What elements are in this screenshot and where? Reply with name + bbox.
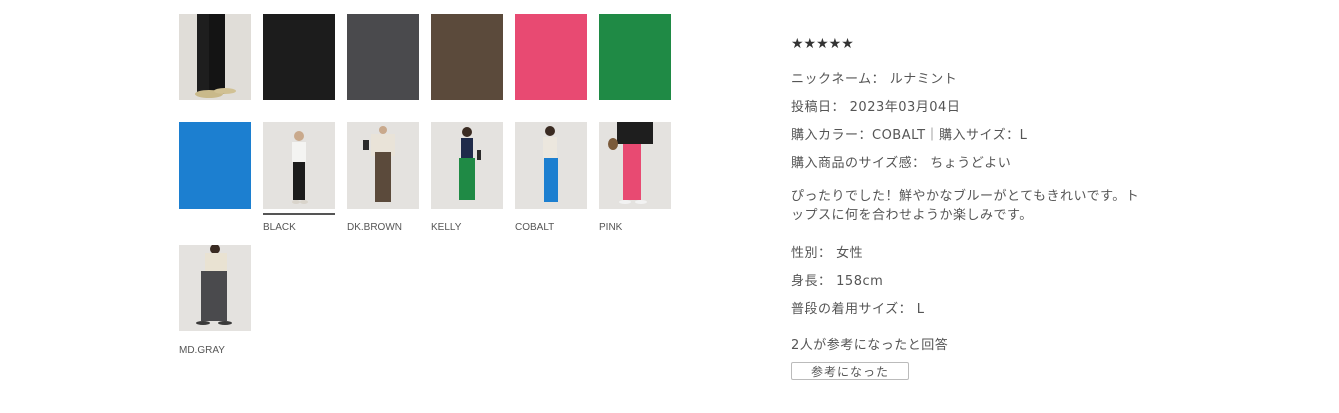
swatch-md-gray-image — [179, 245, 251, 331]
fit-value: ちょうどよい — [930, 156, 1012, 171]
nickname-label: ニックネーム： — [791, 72, 886, 87]
nickname-value: ルナミント — [889, 72, 958, 87]
swatch-dk-brown-image — [347, 122, 419, 209]
swatch-pink[interactable] — [599, 122, 671, 209]
usual-size-value: L — [916, 302, 925, 317]
swatch-dk-brown[interactable] — [347, 122, 419, 209]
detail-thumb-md-gray[interactable] — [347, 14, 419, 100]
rating-stars: ★★★★★ — [791, 36, 854, 52]
detail-thumb-kelly[interactable] — [599, 14, 671, 100]
detail-thumb-black[interactable] — [263, 14, 335, 100]
nickname-row: ニックネーム： ルナミント — [791, 68, 957, 87]
swatch-black-image — [263, 122, 335, 209]
gender-value: 女性 — [836, 246, 864, 261]
detail-thumb-shoes-image — [179, 14, 251, 100]
gender-row: 性別： 女性 — [791, 242, 863, 261]
gender-label: 性別： — [791, 246, 832, 261]
swatch-label-pink[interactable]: PINK — [599, 222, 622, 233]
helpful-count: 2人が参考になったと回答 — [791, 338, 949, 353]
detail-thumb-pink[interactable] — [515, 14, 587, 100]
height-value: 158cm — [836, 274, 884, 289]
posted-date-label: 投稿日： — [791, 100, 846, 115]
swatch-md-gray[interactable] — [179, 245, 251, 331]
swatch-label-dk-brown[interactable]: DK.BROWN — [347, 222, 402, 233]
usual-size-label: 普段の着用サイズ： — [791, 302, 913, 317]
swatch-label-md-gray[interactable]: MD.GRAY — [179, 345, 225, 356]
swatch-pink-image — [599, 122, 671, 209]
fit-label: 購入商品のサイズ感： — [791, 156, 926, 171]
detail-thumb-shoes[interactable] — [179, 14, 251, 100]
height-row: 身長： 158cm — [791, 270, 883, 289]
helpful-button[interactable]: 参考になった — [791, 362, 909, 380]
purchase-info: 購入カラー：COBALT｜購入サイズ：L — [791, 128, 1028, 143]
swatch-cobalt[interactable] — [515, 122, 587, 209]
swatch-label-black[interactable]: BLACK — [263, 222, 296, 233]
swatch-label-kelly[interactable]: KELLY — [431, 222, 461, 233]
detail-thumb-dk-brown[interactable] — [431, 14, 503, 100]
height-label: 身長： — [791, 274, 832, 289]
detail-thumb-cobalt[interactable] — [179, 122, 251, 209]
review-comment: ぴったりでした！鮮やかなブルーがとてもきれいです。トップスに何を合わせようか楽し… — [791, 189, 1140, 223]
fit-row: 購入商品のサイズ感： ちょうどよい — [791, 152, 1011, 171]
swatch-kelly-image — [431, 122, 503, 209]
swatch-kelly[interactable] — [431, 122, 503, 209]
posted-date-value: 2023年03月04日 — [849, 100, 961, 115]
swatch-cobalt-image — [515, 122, 587, 209]
swatch-black[interactable] — [263, 122, 335, 209]
swatch-label-cobalt[interactable]: COBALT — [515, 222, 554, 233]
usual-size-row: 普段の着用サイズ： L — [791, 298, 925, 317]
swatch-selected-underline — [263, 213, 335, 215]
posted-date-row: 投稿日： 2023年03月04日 — [791, 96, 960, 115]
